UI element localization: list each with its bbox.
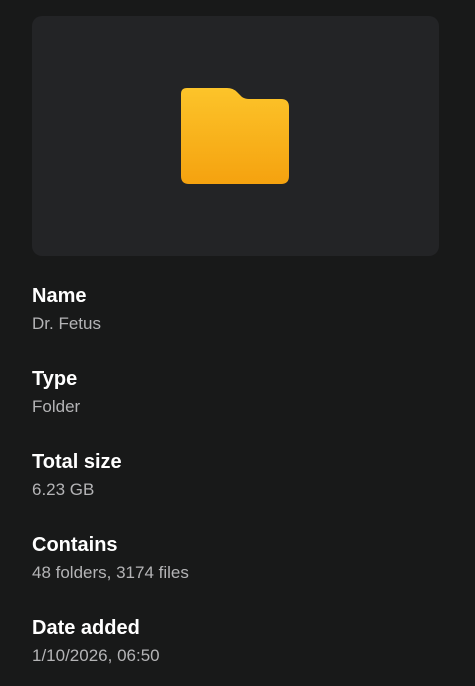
property-value: Folder [32, 397, 81, 416]
property-name: Name Dr. Fetus [32, 283, 452, 366]
property-value: 1/10/2026, 06:50 [32, 646, 160, 665]
property-label: Name [32, 285, 87, 307]
properties-panel: Name Dr. Fetus Type Folder Total size 6.… [0, 0, 475, 686]
property-label: Total size [32, 451, 122, 473]
property-date-added: Date added 1/10/2026, 06:50 [32, 615, 452, 686]
folder-icon [181, 88, 289, 184]
property-value: Dr. Fetus [32, 314, 101, 333]
property-label: Contains [32, 534, 118, 556]
property-contains: Contains 48 folders, 3174 files [32, 532, 452, 615]
property-label: Date added [32, 617, 140, 639]
property-value: 6.23 GB [32, 480, 95, 499]
property-total-size: Total size 6.23 GB [32, 449, 452, 532]
property-type: Type Folder [32, 366, 452, 449]
property-label: Type [32, 368, 78, 390]
property-list: Name Dr. Fetus Type Folder Total size 6.… [32, 283, 452, 686]
folder-preview [32, 16, 439, 256]
property-value: 48 folders, 3174 files [32, 563, 189, 582]
